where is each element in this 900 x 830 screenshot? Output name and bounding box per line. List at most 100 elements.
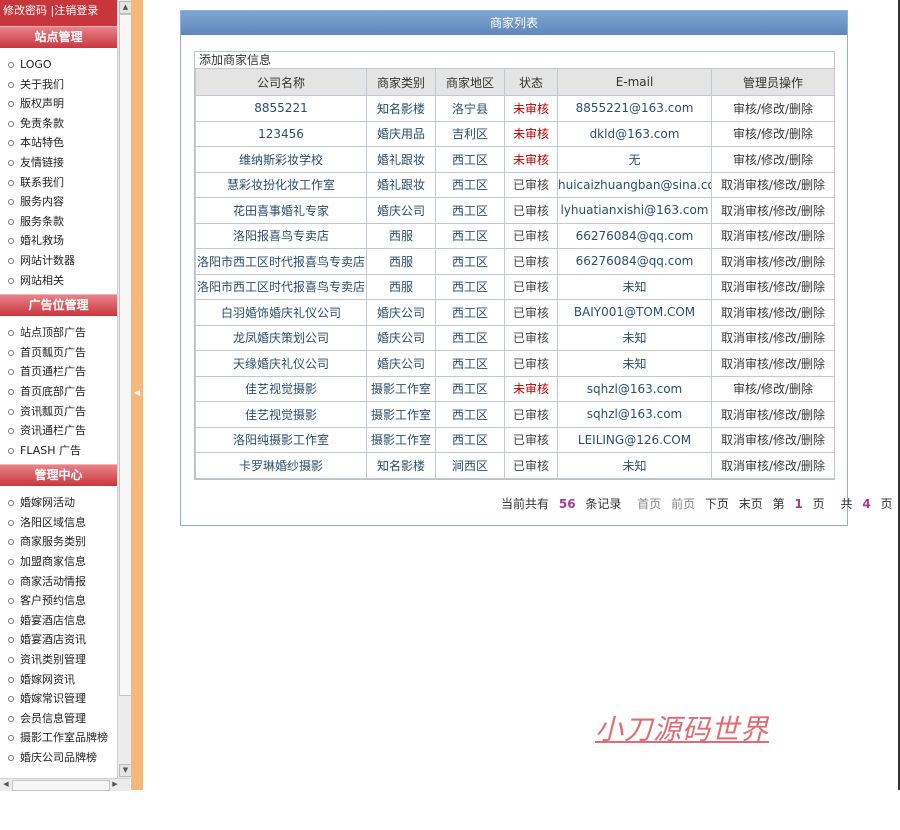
cell-status: 已审核 [504, 426, 558, 453]
sidebar-item[interactable]: 版权声明 [0, 94, 117, 114]
bullet-icon [8, 539, 14, 546]
first-page-link: 首页 [637, 497, 662, 511]
cell-name: 8855221 [195, 95, 367, 122]
sidebar-vertical-scrollbar[interactable]: ▲ ▼ [117, 0, 132, 778]
panel-title: 商家列表 [181, 11, 847, 35]
sidebar-item[interactable]: 资讯类别管理 [0, 650, 117, 670]
sidebar-item-label: 友情链接 [20, 155, 64, 169]
cell-email: dkld@163.com [557, 120, 712, 147]
sidebar-item[interactable]: 服务内容 [0, 192, 117, 212]
sidebar-item[interactable]: 本站特色 [0, 133, 117, 153]
column-header: 公司名称 [195, 68, 367, 96]
sidebar-item[interactable]: 婚嫁网资讯 [0, 670, 117, 690]
cell-ops[interactable]: 取消审核/修改/删除 [711, 426, 835, 453]
sidebar-item[interactable]: 会员信息管理 [0, 709, 117, 729]
sidebar-section-header[interactable]: 管理中心 [0, 464, 117, 487]
sidebar-item[interactable]: 资讯通栏广告 [0, 421, 117, 441]
sidebar-item[interactable]: 婚嫁网活动 [0, 493, 117, 513]
sidebar-item[interactable]: 商家服务类别 [0, 532, 117, 552]
bullet-icon [8, 369, 14, 376]
cell-category: 知名影楼 [366, 95, 436, 122]
current-page: 1 [794, 497, 803, 511]
cell-ops[interactable]: 取消审核/修改/删除 [711, 452, 835, 479]
sidebar-item[interactable]: 服务条款 [0, 212, 117, 232]
cell-status: 已审核 [504, 299, 558, 326]
bullet-icon [8, 715, 14, 722]
cell-ops[interactable]: 取消审核/修改/删除 [711, 350, 835, 377]
cell-email: huicaizhuangban@sina.com [557, 171, 712, 198]
add-merchant-link[interactable]: 添加商家信息 [195, 52, 834, 68]
sidebar-item[interactable]: 摄影工作室品牌榜 [0, 728, 117, 748]
sidebar-item-label: 首页瓢页广告 [20, 345, 86, 359]
cell-category: 婚庆公司 [366, 197, 436, 224]
sidebar-item[interactable]: 首页通栏广告 [0, 362, 117, 382]
cell-status: 已审核 [504, 350, 558, 377]
sidebar-item[interactable]: 婚嫁常识管理 [0, 689, 117, 709]
cell-ops[interactable]: 审核/修改/删除 [711, 95, 835, 122]
scroll-left-icon[interactable]: ◀ [1, 780, 11, 789]
sidebar-item[interactable]: 婚宴酒店资讯 [0, 630, 117, 650]
last-page-link[interactable]: 末页 [739, 497, 763, 511]
column-header: 管理员操作 [711, 68, 835, 96]
sidebar-item[interactable]: 友情链接 [0, 153, 117, 173]
sidebar-item[interactable]: 站点顶部广告 [0, 323, 117, 343]
sidebar-item[interactable]: 婚庆公司品牌榜 [0, 748, 117, 768]
sidebar-item[interactable]: 商家活动情报 [0, 572, 117, 592]
sidebar-item[interactable]: 首页瓢页广告 [0, 343, 117, 363]
sidebar-section-header[interactable]: 站点管理 [0, 26, 117, 48]
bullet-icon [8, 349, 14, 356]
sidebar-item[interactable]: 网站计数器 [0, 251, 117, 271]
cell-ops[interactable]: 审核/修改/删除 [711, 375, 835, 402]
sidebar-item[interactable]: FLASH 广告 [0, 441, 117, 461]
sidebar-item-label: 客户预约信息 [20, 594, 86, 608]
current-page-label: 第 1 页 [772, 497, 825, 511]
bullet-icon [8, 257, 14, 264]
sidebar-section-header[interactable]: 广告位管理 [0, 294, 117, 317]
cell-category: 知名影楼 [366, 452, 436, 479]
sidebar-item[interactable]: 免责条款 [0, 114, 117, 134]
bullet-icon [8, 676, 14, 683]
sidebar-item[interactable]: 婚宴酒店信息 [0, 611, 117, 631]
sidebar-item-label: 洛阳区域信息 [20, 515, 86, 529]
cell-area: 西工区 [435, 146, 505, 173]
cell-ops[interactable]: 取消审核/修改/删除 [711, 401, 835, 428]
bullet-icon [8, 559, 14, 566]
cell-ops[interactable]: 取消审核/修改/删除 [711, 222, 835, 249]
cell-ops[interactable]: 取消审核/修改/删除 [711, 197, 835, 224]
sidebar-item-label: 首页通栏广告 [20, 365, 86, 379]
sidebar-item[interactable]: 资讯瓢页广告 [0, 402, 117, 422]
cell-ops[interactable]: 审核/修改/删除 [711, 120, 835, 147]
cell-ops[interactable]: 取消审核/修改/删除 [711, 273, 835, 300]
cell-ops[interactable]: 取消审核/修改/删除 [711, 248, 835, 275]
change-password-link[interactable]: 修改密码 [3, 4, 47, 17]
logout-link[interactable]: |注销登录 [51, 4, 99, 17]
cell-ops[interactable]: 取消审核/修改/删除 [711, 324, 835, 351]
sidebar-item[interactable]: LOGO [0, 55, 117, 75]
bullet-icon [8, 578, 14, 585]
cell-ops[interactable]: 取消审核/修改/删除 [711, 171, 835, 198]
bullet-icon [8, 277, 14, 284]
bullet-icon [8, 140, 14, 147]
sidebar-item[interactable]: 洛阳区域信息 [0, 513, 117, 533]
sidebar-item[interactable]: 网站相关 [0, 271, 117, 291]
sidebar-item[interactable]: 婚礼救场 [0, 231, 117, 251]
cell-email: 66276084@qq.com [557, 248, 712, 275]
cell-ops[interactable]: 审核/修改/删除 [711, 146, 835, 173]
bullet-icon [8, 500, 14, 507]
sidebar-item[interactable]: 加盟商家信息 [0, 552, 117, 572]
sidebar-item[interactable]: 联系我们 [0, 173, 117, 193]
scroll-right-icon[interactable]: ▶ [110, 780, 120, 789]
next-page-link[interactable]: 下页 [705, 497, 729, 511]
cell-email: 无 [557, 146, 712, 173]
sidebar-item[interactable]: 客户预约信息 [0, 591, 117, 611]
sidebar-horizontal-scrollbar[interactable]: ◀ ▶ [0, 778, 130, 791]
frame-divider[interactable]: ◀ [131, 0, 143, 790]
cell-ops[interactable]: 取消审核/修改/删除 [711, 299, 835, 326]
collapse-arrow-icon[interactable]: ◀ [134, 388, 140, 397]
sidebar-item[interactable]: 首页底部广告 [0, 382, 117, 402]
cell-category: 婚庆用品 [366, 120, 436, 147]
sidebar-item-label: 婚宴酒店资讯 [20, 633, 86, 647]
hscroll-thumb[interactable] [12, 780, 110, 791]
sidebar-item[interactable]: 关于我们 [0, 75, 117, 95]
cell-name: 白羽婚饰婚庆礼仪公司 [195, 299, 367, 326]
